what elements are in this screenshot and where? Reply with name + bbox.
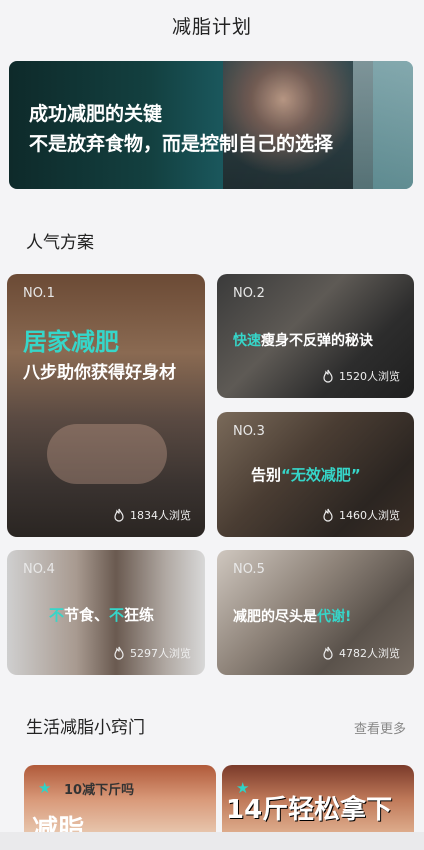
plan-card-2[interactable]: NO.2 快速瘦身不反弹的秘诀 1520人浏览 xyxy=(217,274,414,398)
view-count: 1460人浏览 xyxy=(322,507,400,523)
plan-title: 快速瘦身不反弹的秘诀 xyxy=(233,330,373,350)
flame-icon xyxy=(323,508,333,522)
view-count: 1520人浏览 xyxy=(322,368,400,384)
bottom-bar xyxy=(0,832,424,850)
view-count-text: 1520人浏览 xyxy=(339,370,400,383)
plan-title-accent: “无效减肥” xyxy=(281,466,361,484)
plan-card-3[interactable]: NO.3 告别“无效减肥” 1460人浏览 xyxy=(217,412,414,537)
flame-icon xyxy=(323,646,333,660)
plan-title: 不节食、不狂练 xyxy=(49,604,154,625)
plan-number: NO.5 xyxy=(233,562,265,577)
plan-title-rest: 瘦身不反弹的秘诀 xyxy=(261,333,373,349)
plan-title-accent-2: 不 xyxy=(109,606,125,624)
plan-card-5[interactable]: NO.5 减肥的尽头是代谢! 4782人浏览 xyxy=(217,550,414,675)
view-count: 1834人浏览 xyxy=(113,507,191,523)
flame-icon xyxy=(114,508,124,522)
plan-title-pre: 告别 xyxy=(251,466,282,484)
banner-subline: 不是放弃食物，而是控制自己的选择 xyxy=(29,133,334,155)
tip-big-text: 14斤轻松拿下 xyxy=(226,795,393,825)
plan-title-accent-1: 不 xyxy=(49,606,65,624)
hero-banner[interactable]: 成功减肥的关键 不是放弃食物，而是控制自己的选择 xyxy=(9,61,413,189)
plan-title-pre: 减肥的尽头是 xyxy=(233,609,317,625)
plan-title: 减肥的尽头是代谢! xyxy=(233,606,351,626)
view-count: 4782人浏览 xyxy=(322,645,400,661)
flame-icon xyxy=(323,369,333,383)
flame-icon xyxy=(114,646,124,660)
popular-section-title: 人气方案 xyxy=(26,233,94,253)
plan-number: NO.1 xyxy=(23,286,55,301)
plan-title-part-1: 节食、 xyxy=(64,606,110,624)
plan-card-figure xyxy=(47,424,167,484)
view-count-text: 1834人浏览 xyxy=(130,509,191,522)
tip-card-1[interactable]: ★ 10减下斤吗 减脂 xyxy=(24,765,216,835)
view-count-text: 4782人浏览 xyxy=(339,647,400,660)
plan-title-accent: 快速 xyxy=(233,333,261,349)
plan-number: NO.2 xyxy=(233,286,265,301)
tip-card-2[interactable]: ★ 14斤轻松拿下 xyxy=(222,765,414,835)
banner-photo xyxy=(223,61,373,189)
plan-card-1[interactable]: NO.1 居家减肥 八步助你获得好身材 1834人浏览 xyxy=(7,274,205,537)
top-header: 减脂计划 xyxy=(0,0,424,50)
page-title: 减脂计划 xyxy=(171,16,252,38)
plan-card-4[interactable]: NO.4 不节食、不狂练 5297人浏览 xyxy=(7,550,205,675)
plan-title: 告别“无效减肥” xyxy=(251,464,361,485)
tips-section-title: 生活减脂小窍门 xyxy=(26,718,145,738)
star-icon: ★ xyxy=(38,779,52,797)
plan-title-accent: 居家减肥 xyxy=(23,328,119,356)
plan-subtitle: 八步助你获得好身材 xyxy=(23,363,176,383)
view-count-text: 5297人浏览 xyxy=(130,647,191,660)
plan-number: NO.4 xyxy=(23,562,55,577)
view-count: 5297人浏览 xyxy=(113,645,191,661)
plan-card-photo xyxy=(7,274,205,537)
plan-title-accent: 代谢! xyxy=(317,609,352,625)
banner-photo-window xyxy=(353,61,413,189)
view-count-text: 1460人浏览 xyxy=(339,509,400,522)
plan-number: NO.3 xyxy=(233,424,265,439)
banner-headline: 成功减肥的关键 xyxy=(29,103,163,125)
plan-title-part-2: 狂练 xyxy=(124,606,155,624)
see-more-link[interactable]: 查看更多 xyxy=(354,718,406,737)
tip-small-text: 10减下斤吗 xyxy=(64,783,135,798)
